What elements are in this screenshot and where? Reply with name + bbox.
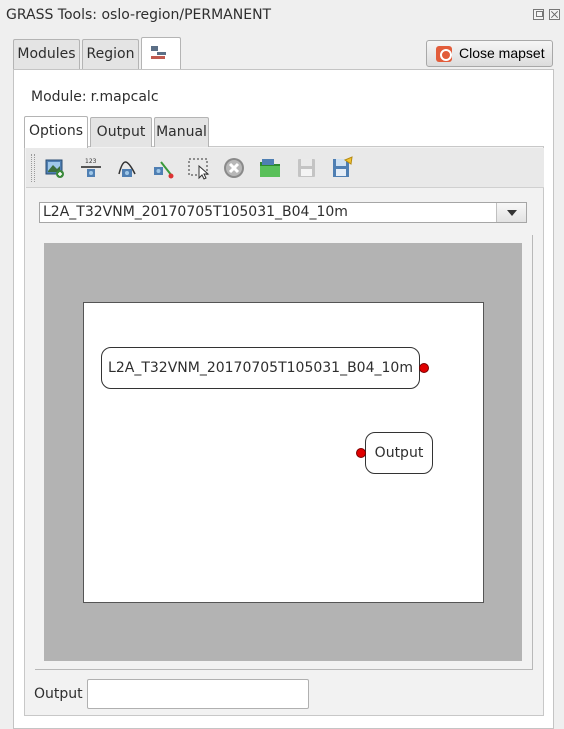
tab-region[interactable]: Region <box>82 39 139 69</box>
save-icon[interactable] <box>294 156 318 180</box>
map-select[interactable]: L2A_T32VNM_20170705T105031_B04_10m <box>39 202 527 223</box>
restore-icon[interactable] <box>533 9 544 20</box>
output-field[interactable] <box>87 679 309 709</box>
chevron-down-icon[interactable] <box>496 203 526 222</box>
close-mapset-label: Close mapset <box>459 45 545 61</box>
model-node-output[interactable]: Output <box>365 432 433 474</box>
close-mapset-button[interactable]: Close mapset <box>426 40 553 67</box>
model-node-input[interactable]: L2A_T32VNM_20170705T105031_B04_10m <box>101 347 420 389</box>
title-bar: GRASS Tools: oslo-region/PERMANENT <box>0 0 564 30</box>
module-prefix: Module: <box>31 89 87 105</box>
module-name: r.mapcalc <box>90 89 159 105</box>
close-mapset-icon <box>436 46 452 62</box>
node-input-label: L2A_T32VNM_20170705T105031_B04_10m <box>108 360 413 376</box>
tab-output[interactable]: Output <box>90 117 152 147</box>
tab-model[interactable] <box>141 37 181 69</box>
tab-options[interactable]: Options <box>24 116 88 148</box>
select-icon[interactable] <box>187 156 211 180</box>
toolbar-grip[interactable] <box>31 154 35 182</box>
map-select-value: L2A_T32VNM_20170705T105031_B04_10m <box>43 204 348 220</box>
tab-manual[interactable]: Manual <box>154 117 209 147</box>
add-function-icon[interactable] <box>115 156 139 180</box>
window-title: GRASS Tools: oslo-region/PERMANENT <box>6 7 272 23</box>
module-label: Module: r.mapcalc <box>31 89 159 105</box>
remove-icon[interactable] <box>222 156 246 180</box>
output-label: Output <box>34 686 83 702</box>
node-output-port[interactable] <box>419 363 429 373</box>
open-icon[interactable] <box>258 156 282 180</box>
model-icon <box>151 46 167 60</box>
add-constant-icon[interactable]: 123 <box>79 156 103 180</box>
node-input-port[interactable] <box>356 448 366 458</box>
add-relation-icon[interactable] <box>151 156 175 180</box>
svg-text:123: 123 <box>85 158 97 165</box>
tab-modules[interactable]: Modules <box>13 39 80 69</box>
close-icon[interactable] <box>549 9 560 20</box>
save-as-icon[interactable] <box>330 156 354 180</box>
model-toolbar: 123 <box>26 148 544 188</box>
add-raster-icon[interactable] <box>43 156 67 180</box>
node-output-label: Output <box>374 445 424 461</box>
